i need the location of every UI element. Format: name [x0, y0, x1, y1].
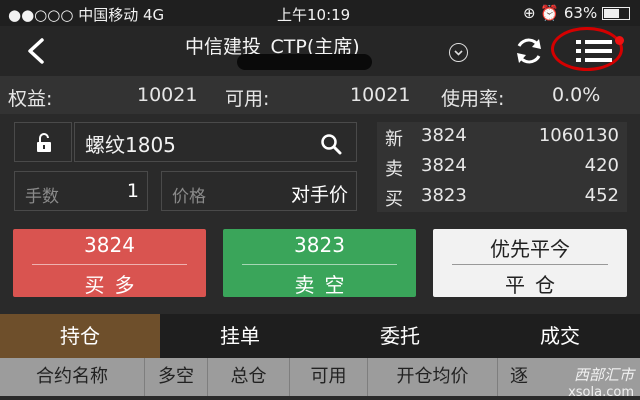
unlock-icon	[37, 133, 51, 152]
tab-trades[interactable]: 成交	[480, 314, 640, 358]
usage-value: 0.0%	[552, 84, 601, 106]
alarm-icon: ⏰	[540, 4, 560, 22]
price-value: 对手价	[290, 184, 348, 206]
redacted-account	[237, 54, 372, 70]
status-bar: ●●○○○ 中国移动 4G 上午10:19 ⊕ ⏰ 63%	[0, 0, 640, 26]
quote-key: 卖	[385, 159, 403, 180]
equity-value: 10021	[137, 84, 198, 106]
quote-volume: 452	[584, 185, 619, 206]
search-icon[interactable]	[320, 133, 342, 155]
watermark-title: 西部汇市	[573, 366, 634, 384]
quote-price: 3824	[421, 155, 467, 176]
col-total[interactable]: 总仓	[208, 358, 290, 396]
quote-key: 买	[385, 189, 403, 210]
watermark-url: xsola.com	[568, 385, 634, 400]
close-position-button[interactable]: 优先平今 平仓	[433, 229, 627, 297]
quote-volume: 420	[584, 155, 619, 176]
account-summary: 权益: 10021 可用: 10021 使用率: 0.0%	[0, 76, 640, 114]
available-label: 可用:	[225, 88, 270, 110]
divider	[452, 264, 608, 265]
back-arrow-icon[interactable]	[22, 36, 52, 66]
carrier-signal: ●●○○○ 中国移动 4G	[8, 6, 165, 24]
col-available[interactable]: 可用	[290, 358, 368, 396]
battery-percent: 63%	[563, 4, 598, 22]
refresh-icon[interactable]	[513, 35, 545, 67]
buy-label: 买多	[84, 273, 145, 297]
watermark: 西部汇市 xsola.com	[568, 364, 634, 400]
quote-volume: 1060130	[538, 125, 619, 146]
available-value: 10021	[350, 84, 411, 106]
notification-dot	[615, 36, 624, 45]
quote-panel: 新 3824 1060130 卖 3824 420 买 3823 452	[377, 122, 627, 212]
chevron-down-icon[interactable]	[449, 43, 468, 62]
table-header: 合约名称 多空 总仓 可用 开仓均价 逐	[0, 358, 640, 396]
quote-price: 3824	[421, 125, 467, 146]
price-field[interactable]: 价格 对手价	[161, 171, 357, 211]
col-avg-price[interactable]: 开仓均价	[368, 358, 498, 396]
lock-rotation-icon: ⊕	[523, 4, 536, 22]
sell-label: 卖空	[294, 273, 355, 297]
tab-bar: 持仓 挂单 委托 成交	[0, 314, 640, 358]
tab-positions[interactable]: 持仓	[0, 314, 160, 358]
lock-toggle[interactable]	[14, 122, 72, 162]
symbol-search-field[interactable]: 螺纹1805	[74, 122, 357, 162]
quantity-label: 手数	[25, 187, 59, 207]
quote-price: 3823	[421, 185, 467, 206]
price-label: 价格	[172, 187, 206, 207]
buy-long-button[interactable]: 3824 买多	[13, 229, 206, 297]
quantity-value: 1	[126, 180, 139, 202]
symbol-value: 螺纹1805	[85, 133, 176, 157]
tab-pending[interactable]: 挂单	[160, 314, 320, 358]
battery-status: ⊕ ⏰ 63%	[523, 4, 630, 22]
sell-price: 3823	[294, 233, 345, 257]
buy-price: 3824	[84, 233, 135, 257]
divider	[242, 264, 397, 265]
menu-list-icon[interactable]	[576, 38, 612, 64]
equity-label: 权益:	[8, 88, 53, 110]
col-direction[interactable]: 多空	[145, 358, 208, 396]
battery-icon	[602, 7, 630, 20]
divider	[32, 264, 187, 265]
quantity-field[interactable]: 手数 1	[14, 171, 148, 211]
clock: 上午10:19	[277, 6, 351, 24]
sell-short-button[interactable]: 3823 卖空	[223, 229, 416, 297]
usage-label: 使用率:	[441, 88, 505, 110]
nav-bar: 中信建投_CTP(主席)	[0, 26, 640, 76]
quote-key: 新	[385, 129, 403, 150]
close-label: 平仓	[505, 273, 565, 297]
close-priority: 优先平今	[490, 237, 570, 261]
col-contract[interactable]: 合约名称	[0, 358, 145, 396]
tab-orders[interactable]: 委托	[320, 314, 480, 358]
